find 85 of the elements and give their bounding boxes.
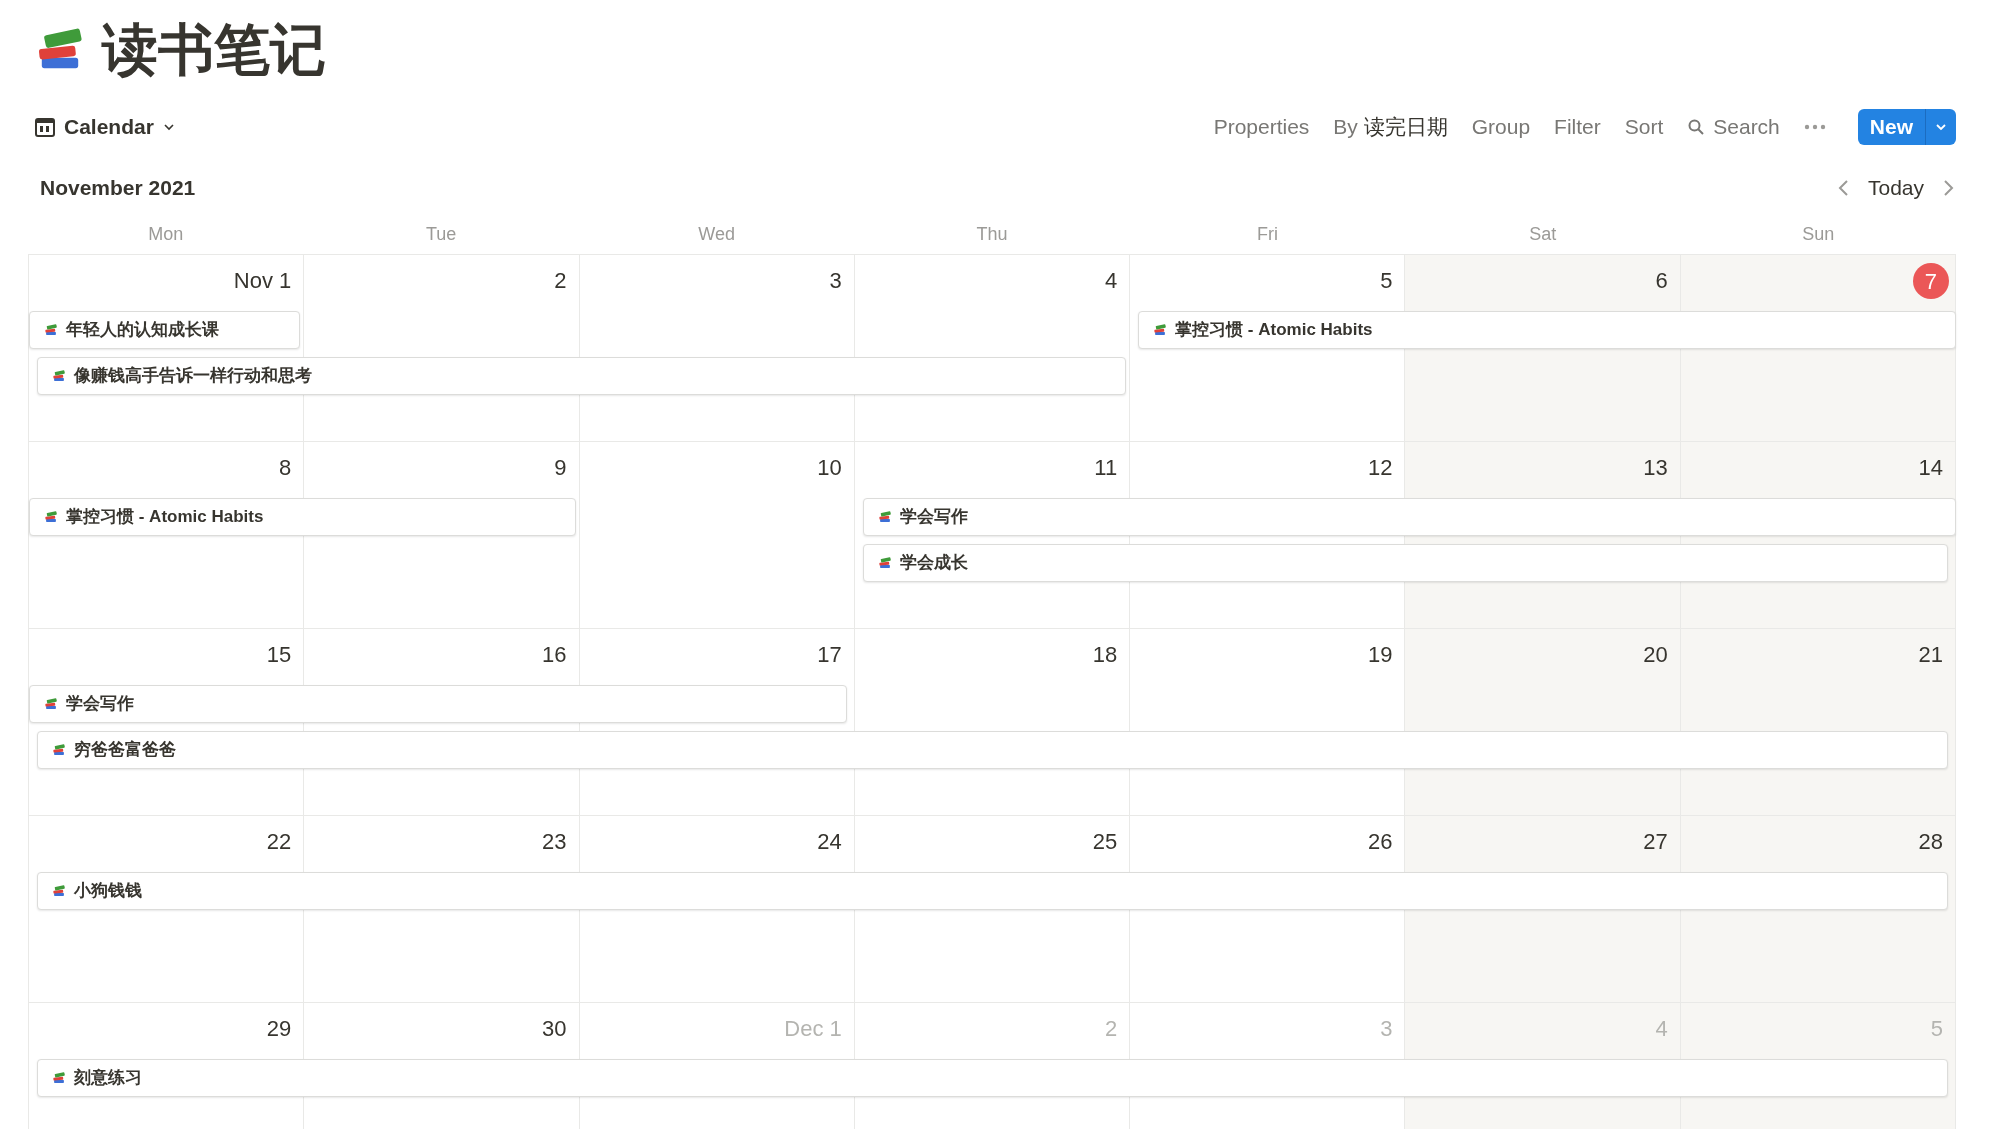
date-number: 23 [542, 828, 567, 856]
date-number: 6 [1655, 267, 1668, 295]
toolbar-button[interactable]: Group [1471, 111, 1531, 143]
toolbar-button[interactable]: Properties [1213, 111, 1310, 143]
event-card[interactable]: 学会成长 [862, 544, 1948, 582]
date-number: 16 [542, 641, 567, 669]
event-title: 穷爸爸富爸爸 [74, 739, 176, 762]
books-icon [44, 323, 58, 337]
books-icon [44, 697, 58, 711]
date-number: 5 [1930, 1015, 1943, 1043]
weekday-label: Mon [147, 222, 185, 246]
date-number: 15 [266, 641, 292, 669]
event-card[interactable]: 掌控习惯 - Atomic Habits [29, 498, 576, 536]
books-icon [52, 884, 66, 898]
date-number: 20 [1643, 641, 1668, 669]
search-button[interactable]: Search [1687, 111, 1780, 143]
toolbar-button[interactable]: Filter [1554, 111, 1601, 143]
date-number: 24 [817, 828, 842, 856]
view-selector[interactable]: Calendar [34, 111, 176, 143]
date-number: 5 [1380, 267, 1393, 295]
date-number: 28 [1918, 828, 1943, 856]
date-property-button[interactable]: By 读完日期 [1333, 111, 1448, 143]
month-label: November 2021 [40, 175, 196, 202]
event-title: 年轻人的认知成长课 [66, 319, 219, 342]
books-icon [877, 556, 892, 570]
search-icon [1687, 118, 1706, 136]
event-title: 学会成长 [899, 552, 968, 575]
weekday-label: Tue [424, 222, 458, 246]
date-number: 10 [817, 454, 842, 482]
date-number: 8 [279, 454, 292, 482]
weekday-label: Thu [975, 222, 1009, 246]
today-button[interactable]: Today [1867, 172, 1924, 204]
date-number: Nov 1 [233, 267, 292, 295]
date-number: 27 [1643, 828, 1668, 856]
date-number: 19 [1367, 641, 1393, 669]
date-number: Dec 1 [784, 1015, 842, 1043]
event-title: 学会写作 [899, 506, 968, 529]
date-number: 3 [1380, 1015, 1393, 1043]
calendar-icon [34, 116, 56, 138]
event-title: 掌控习惯 - Atomic Habits [66, 506, 264, 529]
event-card[interactable]: 学会写作 [29, 685, 847, 723]
books-icon [44, 510, 58, 524]
date-number: 3 [829, 267, 842, 295]
more-icon[interactable] [1803, 124, 1826, 130]
date-number: 12 [1367, 454, 1393, 482]
books-icon [877, 510, 892, 524]
date-number: 25 [1092, 828, 1118, 856]
books-icon [52, 369, 66, 383]
date-number: 22 [266, 828, 292, 856]
books-icon [52, 1071, 66, 1085]
event-title: 学会写作 [66, 693, 134, 716]
toolbar-button[interactable]: Sort [1624, 111, 1664, 143]
event-title: 小狗钱钱 [74, 880, 142, 903]
date-number: 29 [266, 1015, 292, 1043]
date-number: 9 [554, 454, 567, 482]
event-card[interactable]: 像赚钱高手告诉一样行动和思考 [37, 357, 1127, 395]
date-number: 4 [1655, 1015, 1668, 1043]
event-title: 刻意练习 [74, 1067, 142, 1090]
date-number: 30 [542, 1015, 567, 1043]
date-number: 26 [1367, 828, 1393, 856]
date-number: 17 [817, 641, 842, 669]
weekday-label: Sun [1801, 222, 1836, 246]
date-number: 2 [1104, 1015, 1118, 1043]
event-title: 掌控习惯 - Atomic Habits [1175, 319, 1373, 342]
date-number: 21 [1918, 641, 1943, 669]
event-card[interactable]: 年轻人的认知成长课 [29, 311, 301, 349]
today-date-badge: 7 [1913, 263, 1949, 299]
date-number: 11 [1094, 454, 1118, 482]
weekday-label: Wed [697, 222, 736, 246]
date-number: 14 [1918, 454, 1943, 482]
event-card[interactable]: 掌控习惯 - Atomic Habits [1138, 311, 1956, 349]
date-number: 4 [1104, 267, 1118, 295]
date-number: 18 [1092, 641, 1118, 669]
date-number: 13 [1643, 454, 1668, 482]
event-card[interactable]: 小狗钱钱 [37, 872, 1948, 910]
page-title: 读书笔记 [102, 22, 326, 78]
event-card[interactable]: 学会写作 [862, 498, 1956, 536]
event-title: 像赚钱高手告诉一样行动和思考 [74, 365, 312, 388]
event-card[interactable]: 刻意练习 [37, 1059, 1948, 1097]
event-card[interactable]: 穷爸爸富爸爸 [37, 731, 1948, 769]
weekday-label: Sat [1528, 222, 1558, 246]
date-number: 2 [554, 267, 567, 295]
books-icon [52, 743, 66, 757]
books-icon [1153, 323, 1168, 337]
weekday-label: Fri [1255, 222, 1279, 246]
